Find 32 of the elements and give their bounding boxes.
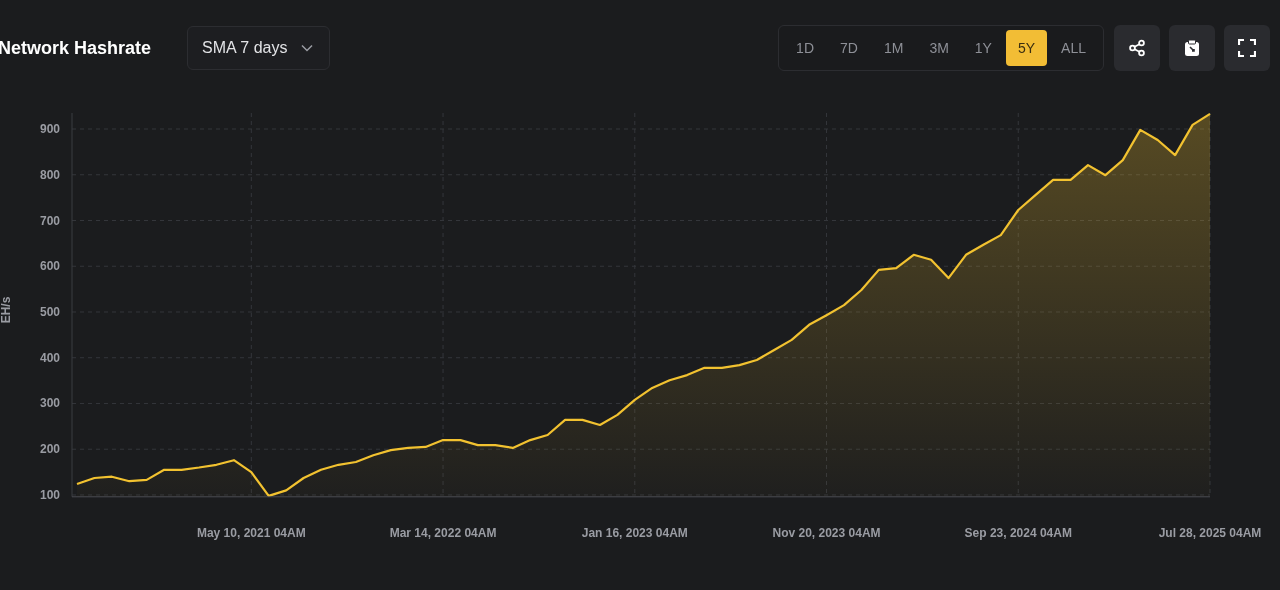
fullscreen-icon [1238, 39, 1256, 57]
x-tick-label: Jul 28, 2025 04AM [1158, 526, 1262, 540]
y-tick-label: 500 [39, 305, 60, 319]
y-tick-label: 300 [39, 396, 60, 411]
caret-icon [301, 44, 314, 52]
range-tab[interactable]: 5Y [1005, 30, 1048, 66]
y-tick-label: 700 [39, 213, 60, 228]
share-button[interactable] [1114, 25, 1160, 71]
y-tick-label: 900 [39, 122, 60, 136]
x-tick-label: Jan 16, 2023 04AM [581, 526, 688, 540]
range-tab[interactable]: 7D [828, 30, 870, 66]
y-tick-label: 400 [39, 350, 60, 365]
y-tick-label: 800 [39, 167, 60, 182]
chart-title: Network Hashrate [0, 37, 152, 59]
y-axis-label: EH/s [0, 296, 13, 324]
y-tick-label: 600 [39, 259, 60, 274]
y-tick-label: 100 [39, 487, 60, 502]
range-tab[interactable]: 1M [871, 30, 916, 66]
copy-button[interactable] [1169, 25, 1215, 71]
y-tick-label: 200 [39, 442, 60, 457]
range-tab[interactable]: 1D [784, 30, 826, 66]
range-tab[interactable]: ALL [1049, 30, 1098, 66]
clipboard-icon [1184, 39, 1200, 57]
x-tick-label: May 10, 2021 04AM [196, 526, 306, 540]
x-tick-label: Sep 23, 2024 04AM [964, 526, 1072, 540]
fullscreen-button[interactable] [1224, 25, 1270, 71]
range-tab[interactable]: 3M [917, 30, 961, 66]
range-tab[interactable]: 1Y [962, 30, 1004, 66]
share-icon [1128, 39, 1146, 57]
x-tick-label: Nov 20, 2023 04AM [772, 526, 881, 540]
x-tick-label: Mar 14, 2022 04AM [389, 526, 497, 540]
average-dropdown[interactable]: SMA 7 days [187, 26, 331, 70]
